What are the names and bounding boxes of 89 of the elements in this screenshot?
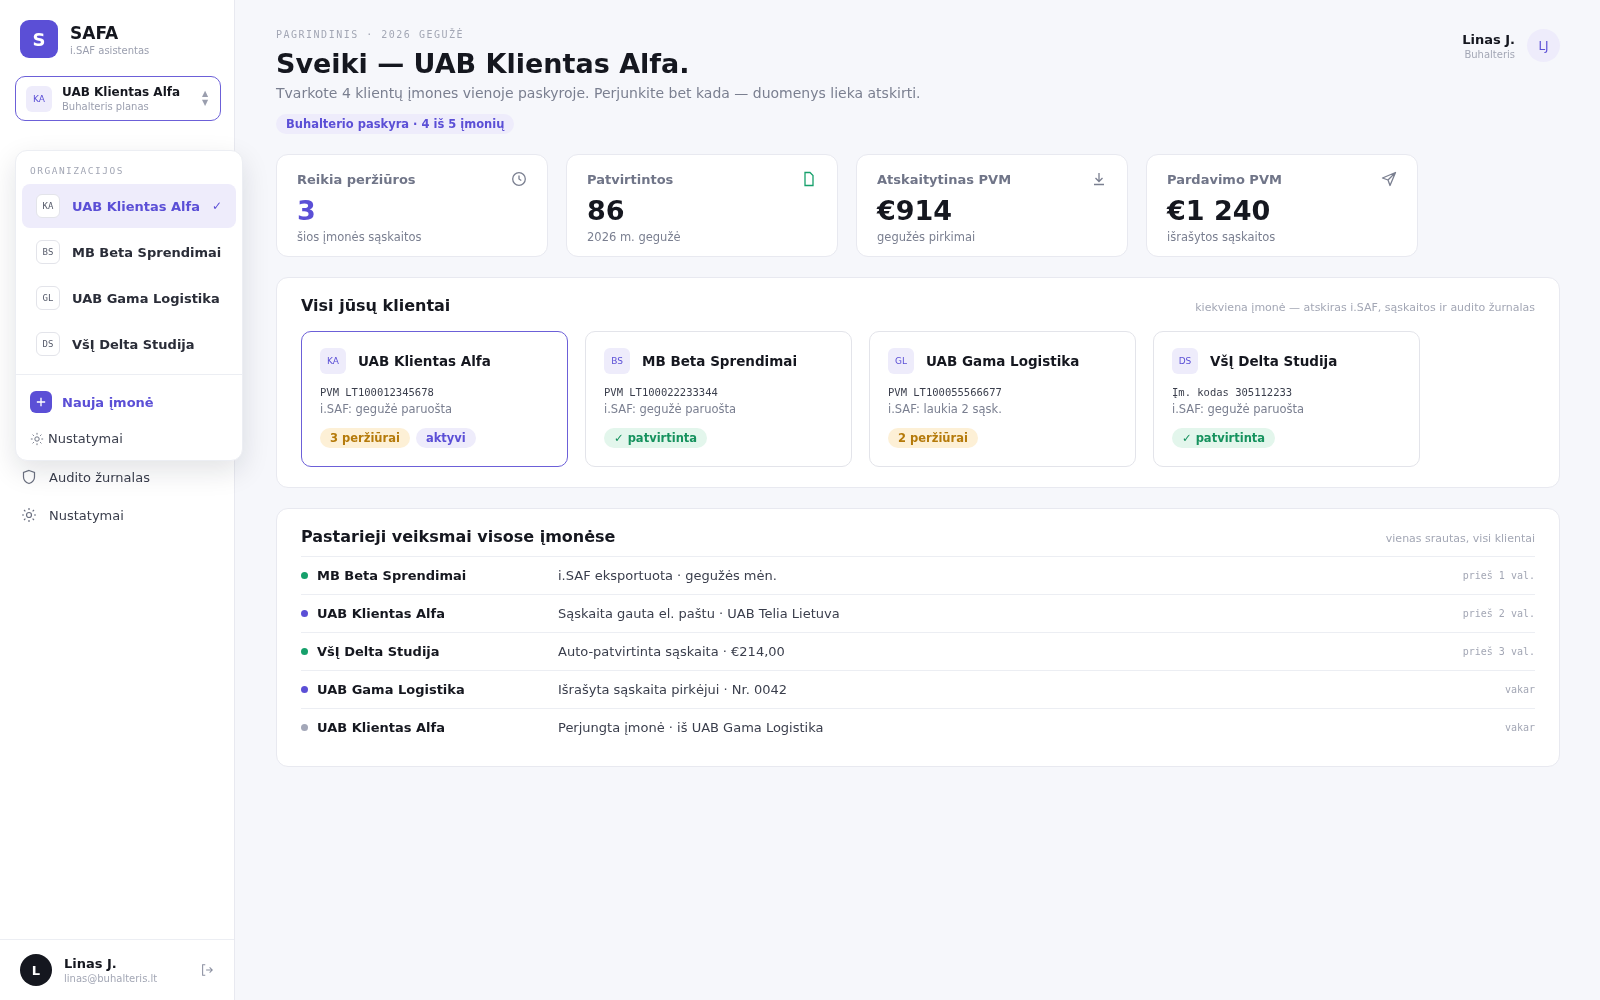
organization-item[interactable]: KA UAB Klientas Alfa ✓ (22, 184, 236, 228)
download-icon (1091, 171, 1107, 187)
company-initials: DS (1172, 348, 1198, 374)
company-name: MB Beta Sprendimai (642, 353, 798, 369)
isaf-status: i.SAF: gegužė paruošta (604, 402, 738, 416)
user-name: Linas J. (64, 956, 118, 971)
client-card[interactable]: DS VšĮ Delta Studija Įm. kodas 305112233 i.SAF: gegužė paruošta ✓ patvirtinta (1153, 331, 1420, 467)
activity-time: prieš 1 val. (1462, 570, 1535, 581)
status-tag: aktyvi (415, 428, 476, 448)
sidebar-item[interactable]: Nustatymai (15, 504, 219, 526)
company-name: UAB Gama Logistika (926, 353, 1080, 369)
stat-value: 86 (587, 195, 626, 226)
status-tag: ✓ patvirtinta (604, 428, 708, 448)
stat-caption: šios įmonės sąskaitos (297, 230, 423, 244)
activity-time: vakar (1504, 684, 1535, 695)
stat-label: Pardavimo PVM (1167, 171, 1282, 187)
company-code: PVM LT100055566677 (888, 386, 1003, 398)
activity-description: Perjungta įmonė · iš UAB Gama Logistika (558, 720, 825, 735)
user-avatar: L (20, 954, 52, 986)
activity-time: prieš 3 val. (1462, 646, 1535, 657)
breadcrumb: PAGRINDINIS · 2026 GEGUŽĖ (276, 29, 465, 40)
app-subtitle: i.SAF asistentas (70, 44, 150, 56)
settings-icon (30, 431, 44, 446)
company-initials: KA (26, 85, 52, 112)
status-tag: 3 peržiūrai (320, 428, 410, 448)
organization-item[interactable]: DS VšĮ Delta Studija (22, 322, 236, 366)
stat-label: Atskaitytinas PVM (877, 171, 1012, 187)
stat-label: Patvirtintos (587, 171, 674, 187)
section-hint: kiekviena įmonė — atskiras i.SAF, sąskaitos ir audito žurnalas (1195, 301, 1535, 314)
organization-switcher[interactable]: KA UAB Klientas Alfa Buhalteris planas ▲▼ (15, 76, 221, 121)
clock-icon (511, 171, 527, 187)
profile-name: Linas J. (1462, 31, 1515, 47)
stat-value: €1 240 (1167, 195, 1272, 226)
profile-avatar[interactable]: LJ (1527, 29, 1560, 62)
company-initials: GL (888, 348, 914, 374)
client-card[interactable]: GL UAB Gama Logistika PVM LT100055566677 i.SAF: laukia 2 sąsk. 2 peržiūrai (869, 331, 1136, 467)
logo-icon: S (20, 20, 58, 58)
company-name: UAB Klientas Alfa (317, 606, 446, 621)
isaf-status: i.SAF: gegužė paruošta (320, 402, 454, 416)
send-icon (1381, 171, 1397, 187)
new-company-button[interactable]: Nauja įmonė (22, 385, 162, 419)
stat-caption: išrašytos sąskaitos (1167, 230, 1277, 244)
plus-icon (30, 391, 52, 413)
company-code: PVM LT100022233344 (604, 386, 719, 398)
company-name: UAB Gama Logistika (317, 682, 466, 697)
company-name: VšĮ Delta Studija (1210, 353, 1338, 369)
stat-value: 3 (297, 195, 317, 226)
company-name: UAB Klientas Alfa (317, 720, 446, 735)
user-email: linas@buhalteris.lt (64, 973, 159, 984)
stat-label: Reikia peržiūros (297, 171, 416, 187)
status-tag: ✓ patvirtinta (1172, 428, 1276, 448)
page-title: Sveiki — UAB Klientas Alfa. (276, 48, 691, 79)
isaf-status: i.SAF: gegužė paruošta (1172, 402, 1306, 416)
section-title: Visi jūsų klientai (301, 296, 451, 315)
section-hint: vienas srautas, visi klientai (1385, 532, 1535, 545)
activity-time: vakar (1504, 722, 1535, 733)
company-initials: BS (604, 348, 630, 374)
company-name: UAB Klientas Alfa (358, 353, 491, 369)
page-subtitle: Tvarkote 4 klientų įmones vienoje paskyroje. Perjunkite bet kada — duomenys lieka atskirti. (276, 85, 921, 101)
activity-time: prieš 2 val. (1462, 608, 1535, 619)
stat-caption: gegužės pirkimai (877, 230, 977, 244)
company-name: VšĮ Delta Studija (317, 644, 441, 659)
app-name: SAFA (70, 22, 120, 43)
stat-value: €914 (877, 195, 954, 226)
stat-caption: 2026 m. gegužė (587, 230, 682, 244)
activity-description: Išrašyta sąskaita pirkėjui · Nr. 0042 (558, 682, 788, 697)
settings-menu-item[interactable]: Nustatymai (22, 419, 131, 450)
company-code: Įm. kodas 305112233 (1172, 386, 1294, 398)
settings-icon (21, 507, 37, 523)
account-badge: Buhalterio paskyra · 4 iš 5 įmonių (276, 114, 515, 134)
profile-role: Buhalteris (1463, 48, 1515, 60)
client-card[interactable]: BS MB Beta Sprendimai PVM LT100022233344 i.SAF: gegužė paruošta ✓ patvirtinta (585, 331, 852, 467)
company-initials: KA (320, 348, 346, 374)
activity-description: Auto-patvirtinta sąskaita · €214,00 (558, 644, 786, 659)
client-card[interactable]: KA UAB Klientas Alfa PVM LT100012345678 i.SAF: gegužė paruošta 3 peržiūrai aktyvi (301, 331, 568, 467)
status-tag: 2 peržiūrai (888, 428, 978, 448)
menu-heading: ORGANIZACIJOS (29, 165, 125, 178)
company-code: PVM LT100012345678 (320, 386, 435, 398)
activity-description: Sąskaita gauta el. paštu · UAB Telia Lietuva (558, 606, 841, 621)
section-title: Pastarieji veiksmai visose įmonėse (301, 527, 616, 546)
organization-item[interactable]: GL UAB Gama Logistika (22, 276, 236, 320)
organization-item[interactable]: BS MB Beta Sprendimai (22, 230, 236, 274)
activity-description: i.SAF eksportuota · gegužės mėn. (558, 568, 778, 583)
document-icon (801, 171, 817, 187)
company-name: MB Beta Sprendimai (317, 568, 468, 583)
shield-icon (21, 469, 37, 485)
logout-icon[interactable] (200, 963, 214, 977)
isaf-status: i.SAF: laukia 2 sąsk. (888, 402, 1003, 416)
sidebar-item[interactable]: Audito žurnalas (15, 466, 219, 488)
